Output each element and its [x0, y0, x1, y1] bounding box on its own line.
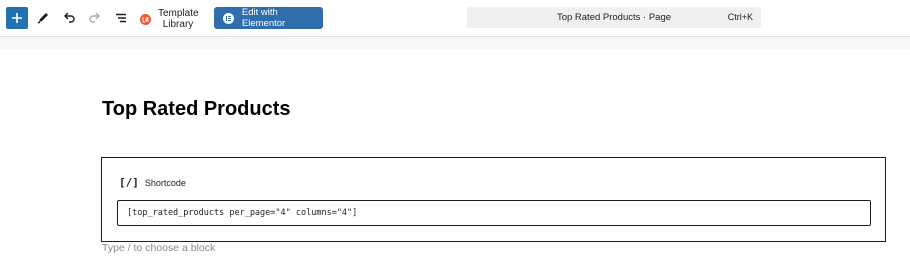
page-title[interactable]: Top Rated Products — [102, 98, 291, 121]
template-library-icon — [140, 13, 151, 25]
pencil-icon — [37, 13, 48, 24]
plus-icon — [12, 13, 22, 23]
template-library-label: Template Library — [158, 8, 199, 30]
command-palette-button[interactable]: Top Rated Products · Page Ctrl+K — [467, 7, 761, 28]
undo-icon — [64, 12, 75, 23]
redo-button[interactable] — [84, 7, 106, 29]
shortcode-block-label: Shortcode — [144, 177, 186, 188]
template-library-button[interactable]: Template Library — [140, 6, 199, 32]
tools-button[interactable] — [32, 7, 54, 29]
shortcode-input[interactable]: [top_rated_products per_page="4" columns… — [117, 200, 871, 226]
add-block-button[interactable] — [6, 7, 28, 29]
undo-button[interactable] — [58, 7, 80, 29]
shortcode-icon: [/] — [119, 176, 139, 189]
shortcode-block-header: [/] Shortcode — [119, 176, 186, 189]
list-view-icon — [116, 13, 126, 23]
document-title: Top Rated Products · Page — [556, 12, 672, 23]
editor-top-spacer — [0, 37, 910, 49]
edit-with-elementor-label: Edit with Elementor — [241, 7, 286, 29]
editor-toolbar: Template Library Edit with Elementor Top… — [0, 0, 910, 37]
document-overview-button[interactable] — [110, 7, 132, 29]
block-appender-prompt[interactable]: Type / to choose a block — [102, 242, 215, 254]
keyboard-shortcut-hint: Ctrl+K — [727, 12, 753, 22]
elementor-icon — [223, 12, 234, 24]
edit-with-elementor-button[interactable]: Edit with Elementor — [214, 7, 323, 29]
redo-icon — [89, 12, 100, 23]
shortcode-block[interactable]: [/] Shortcode [top_rated_products per_pa… — [101, 157, 886, 242]
